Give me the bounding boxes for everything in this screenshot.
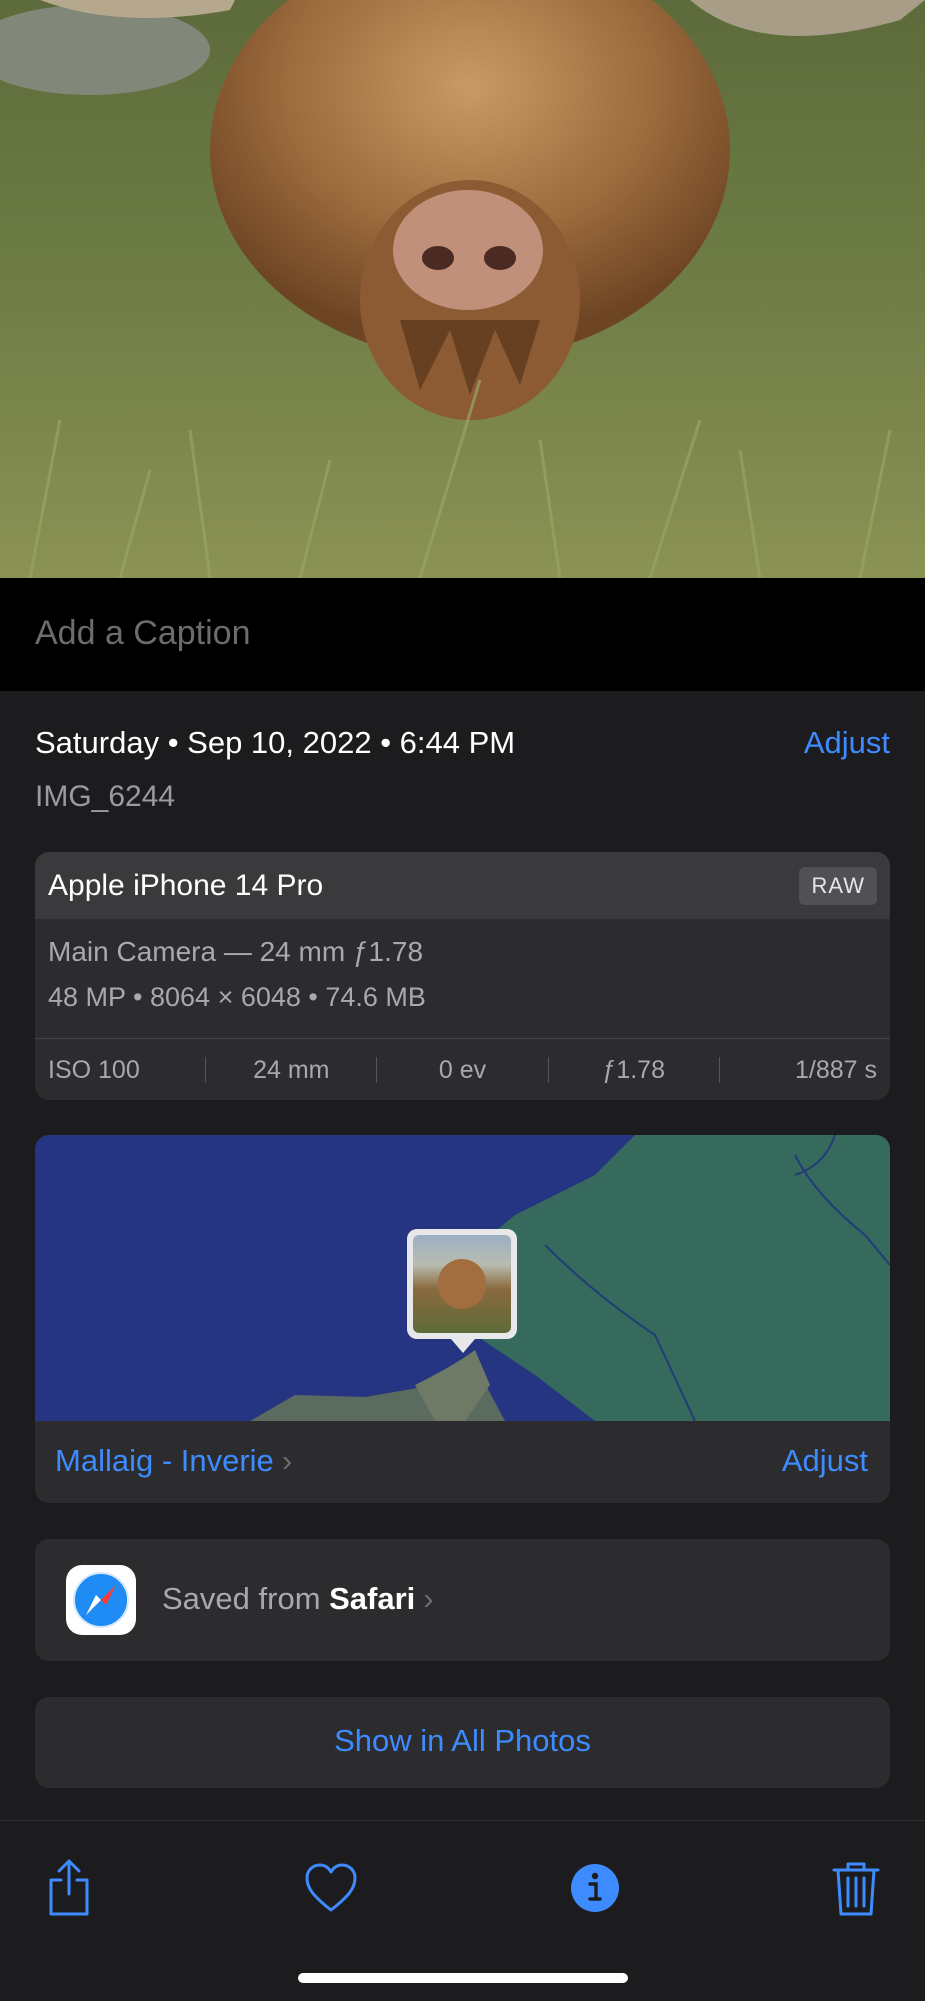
chevron-right-icon: › [281, 1443, 293, 1478]
exif-row: ISO 100 24 mm 0 ev ƒ1.78 1/887 s [35, 1038, 890, 1100]
location-name: Mallaig - Inverie [55, 1443, 274, 1478]
trash-icon[interactable] [826, 1858, 886, 1918]
location-footer: Mallaig - Inverie › Adjust [35, 1421, 890, 1503]
adjust-location-button[interactable]: Adjust [782, 1443, 868, 1479]
chevron-right-icon: › [423, 1581, 434, 1616]
caption-placeholder: Add a Caption [35, 614, 251, 652]
camera-info-card: Apple iPhone 14 Pro RAW Main Camera — 24… [35, 852, 890, 1100]
location-link[interactable]: Mallaig - Inverie › [55, 1443, 292, 1479]
exif-shutter-speed: 1/887 s [795, 1055, 878, 1084]
photo-filename: IMG_6244 [35, 780, 176, 813]
show-in-all-photos-label: Show in All Photos [334, 1723, 591, 1758]
exif-iso: ISO 100 [48, 1055, 140, 1084]
location-card: Mallaig - Inverie › Adjust [35, 1135, 890, 1503]
heart-icon[interactable] [301, 1858, 361, 1918]
image-specs: 48 MP • 8064 × 6048 • 74.6 MB [48, 982, 426, 1012]
lens-info: Main Camera — 24 mm ƒ1.78 [48, 936, 424, 967]
exif-focal-length: 24 mm [253, 1055, 330, 1084]
exif-exposure-value: 0 ev [438, 1055, 487, 1084]
safari-icon [66, 1565, 136, 1635]
home-indicator[interactable] [298, 1973, 628, 1983]
camera-model: Apple iPhone 14 Pro [48, 869, 324, 902]
share-icon[interactable] [39, 1858, 99, 1918]
caption-field[interactable]: Add a Caption [0, 578, 925, 691]
photo-date: Saturday • Sep 10, 2022 • 6:44 PM [35, 725, 516, 760]
photo-view[interactable] [0, 0, 925, 578]
source-label: Saved from Safari › [162, 1581, 434, 1617]
source-prefix: Saved from [162, 1581, 330, 1616]
map-photo-pin[interactable] [407, 1229, 517, 1353]
source-app-name: Safari [329, 1581, 416, 1616]
source-app-row[interactable]: Saved from Safari › [35, 1539, 890, 1661]
exif-aperture: ƒ1.78 [602, 1055, 665, 1084]
location-map[interactable] [35, 1135, 890, 1422]
photo-info-header: Saturday • Sep 10, 2022 • 6:44 PM Adjust… [35, 725, 890, 813]
raw-badge: RAW [799, 867, 877, 905]
adjust-date-button[interactable]: Adjust [804, 725, 890, 761]
highland-cow-photo [0, 0, 925, 578]
bottom-toolbar [0, 1820, 925, 2001]
show-in-all-photos-button[interactable]: Show in All Photos [35, 1697, 890, 1788]
camera-header: Apple iPhone 14 Pro RAW [35, 852, 890, 919]
info-icon[interactable] [565, 1858, 625, 1918]
